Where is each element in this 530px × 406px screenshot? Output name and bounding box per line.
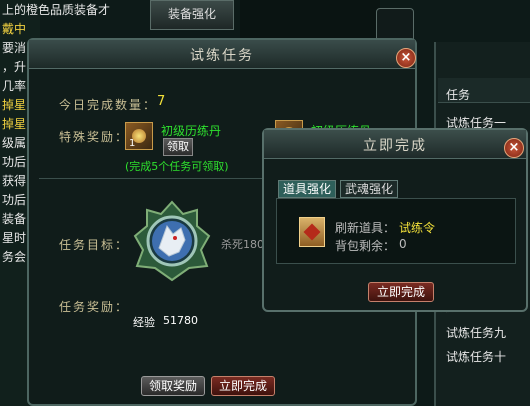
background-text-line: 级属 [2,136,27,150]
exp-label: 经验 [133,316,155,329]
today-completed-label: 今日完成数量： [59,98,158,112]
close-button[interactable]: × [396,48,416,68]
bag-remaining-value: 0 [399,237,407,251]
task-list-header-label: 任务 [446,88,471,102]
quick-dialog-title: 立即完成 [363,138,427,154]
special-reward-label: 特殊奖励： [59,130,130,144]
background-text-line: 获得 [2,174,27,188]
background-text-line: 功后 [2,193,27,207]
token-mark [303,223,321,241]
background-text-line: 几率 [2,79,27,93]
background-text-line: 装备 [2,212,27,226]
background-dark-area [240,0,380,40]
trial-token-icon[interactable] [299,217,325,247]
background-text-line: 掉星 [2,117,27,131]
claim-button[interactable]: 领取 [163,138,193,156]
reward-item-count: 1 [129,138,136,149]
refresh-item-label: 刷新道具： [335,221,396,235]
equipment-enhance-button[interactable]: 装备强化 [150,0,234,30]
task-target-label: 任务目标： [59,238,130,252]
task-target-text: 杀死180 [221,238,264,251]
background-text-line: 务会 [2,250,27,264]
experience-pill-icon[interactable]: 1 [125,122,153,150]
quick-complete-dialog: 立即完成 × 道具强化 武魂强化 刷新道具： 试练令 背包剩余： 0 立即完成 [262,128,528,312]
background-text-line: 掉星 [2,98,27,112]
task-list-item[interactable]: 试炼任务九 [446,324,506,341]
background-text-line: 要消 [2,41,27,55]
bag-remaining-label: 背包剩余： [335,239,396,253]
dialog-title-bar: 试练任务 [29,40,415,69]
today-completed-count: 7 [157,94,166,109]
claim-reward-button[interactable]: 领取奖励 [141,376,205,396]
background-text-line: 功后 [2,155,27,169]
dialog-title: 试练任务 [190,48,254,64]
reward-item-name: 初级历练丹 [161,124,222,138]
tab-item-enhance[interactable]: 道具强化 [278,180,336,198]
quick-content-box: 刷新道具： 试练令 背包剩余： 0 [276,198,516,264]
exp-value: 51780 [163,314,198,327]
task-list-item[interactable]: 试炼任务十 [446,348,506,365]
quick-complete-button[interactable]: 立即完成 [368,282,434,302]
quick-close-button[interactable]: × [504,138,524,158]
wolf-emblem-icon [133,200,211,282]
background-text-line: 上的橙色品质装备才 [2,3,111,17]
reward-note: (完成5个任务可领取) [125,160,229,173]
task-reward-label: 任务奖励： [59,300,130,314]
background-text-line: 星时 [2,231,27,245]
tab-soul-enhance[interactable]: 武魂强化 [340,180,398,198]
quick-dialog-title-bar: 立即完成 [264,130,526,159]
background-text-line: ，升 [2,60,27,74]
complete-now-button[interactable]: 立即完成 [211,376,275,396]
refresh-item-name: 试练令 [399,221,436,235]
background-text-line: 戴中 [2,22,27,36]
